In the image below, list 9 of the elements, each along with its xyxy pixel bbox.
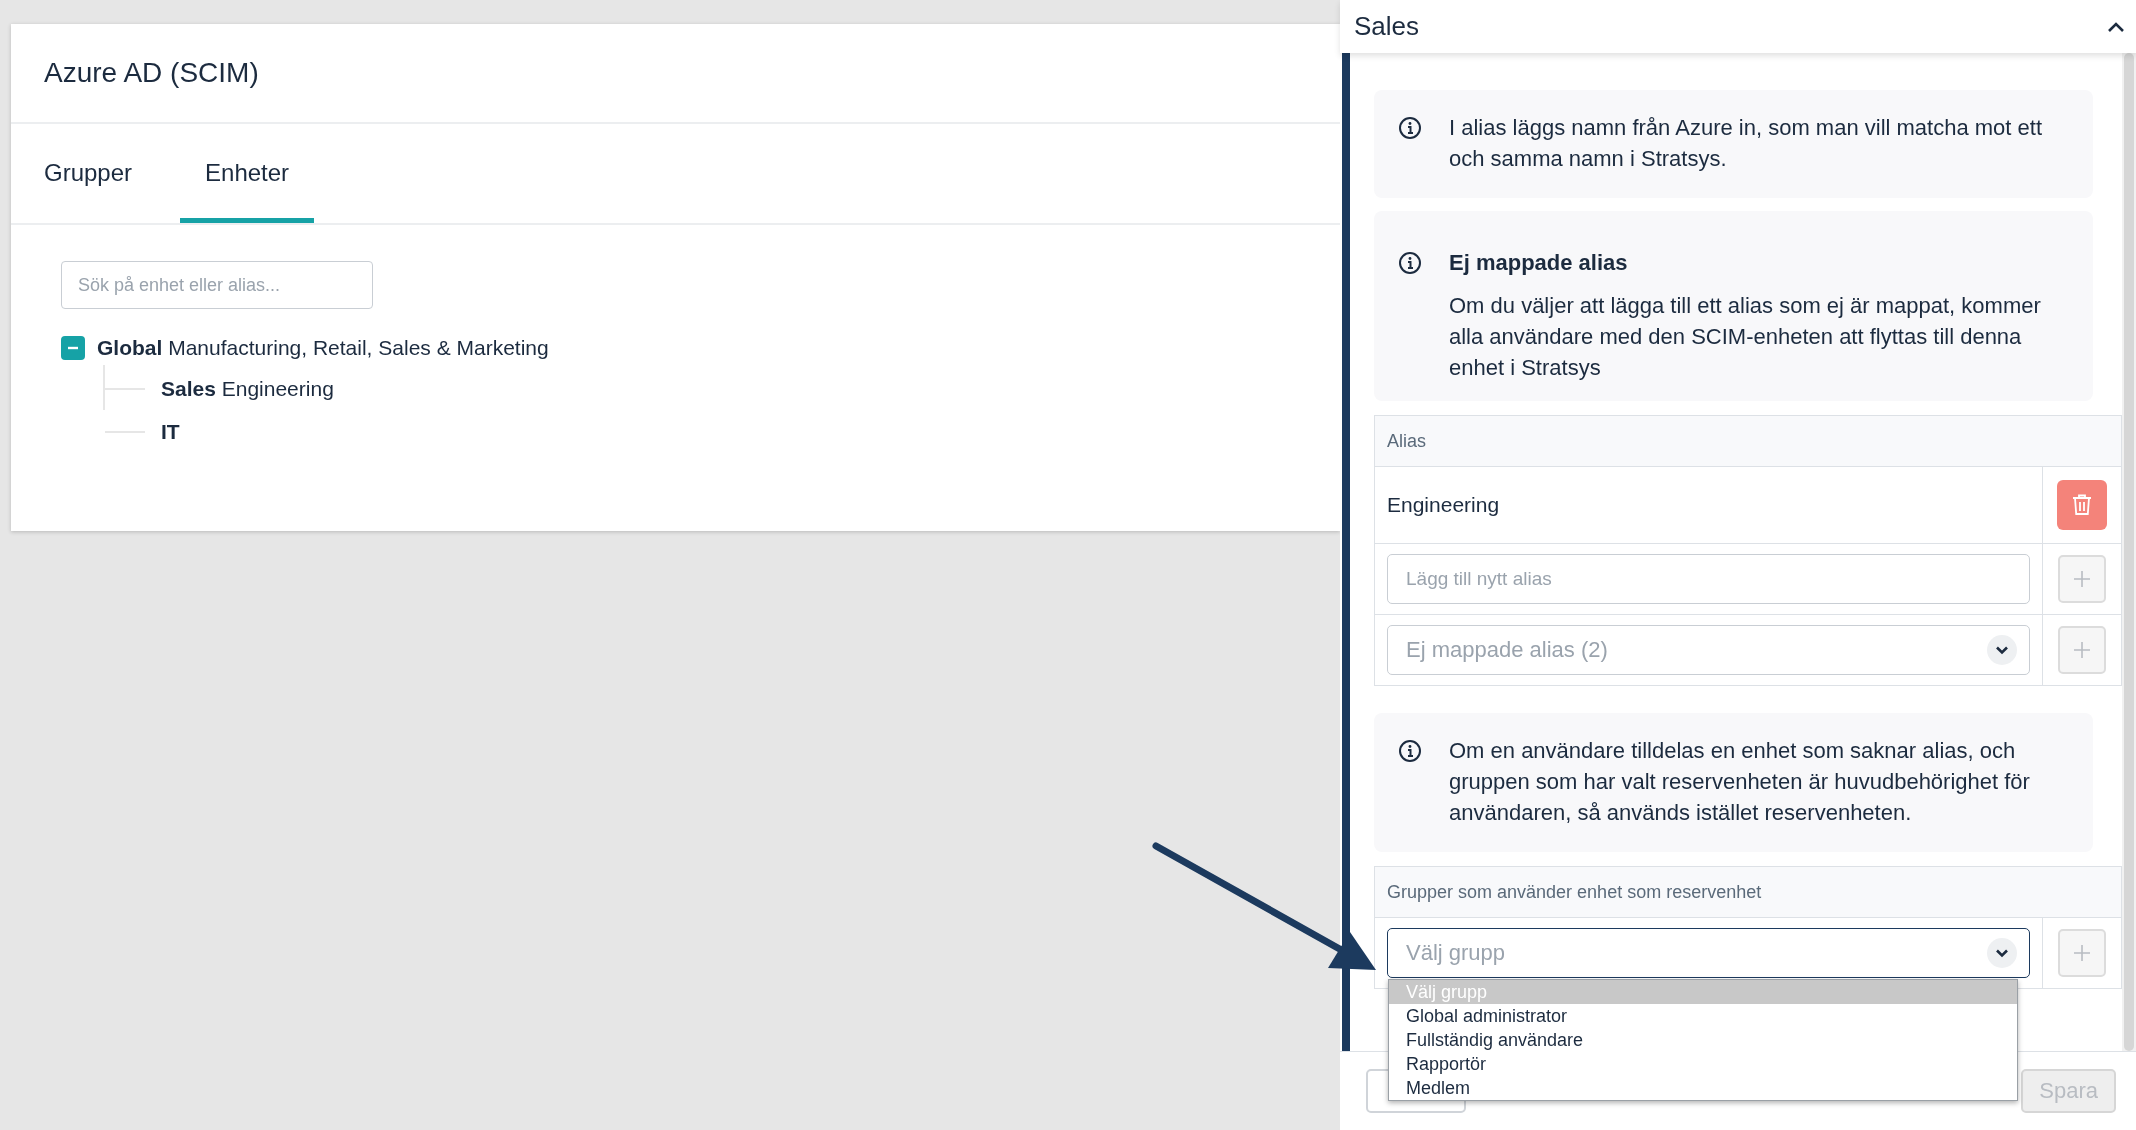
- note-heading: Ej mappade alias: [1449, 249, 1629, 277]
- alias-name: Engineering: [1387, 492, 1500, 518]
- panel-title: Sales: [1354, 11, 1420, 42]
- page-title: Azure AD (SCIM): [44, 57, 259, 89]
- note-text: Om du väljer att lägga till ett alias som ej är mappat, kommer alla användare med den SCIM-enheten att flyttas till denna enhet i Stratsys: [1449, 292, 2042, 382]
- column-header: Grupper som använder enhet som reservenhet: [1387, 881, 1762, 903]
- note-text: I alias läggs namn från Azure in, som man vill matcha mot ett och samma namn i Stratsys.: [1449, 114, 2044, 173]
- note-text: Om en användare tilldelas en enhet som saknar alias, och gruppen som har valt reservenheten är huvudbehörighet för användaren, så används istället reservenheten.: [1449, 737, 2031, 827]
- column-header: Alias: [1387, 430, 1426, 452]
